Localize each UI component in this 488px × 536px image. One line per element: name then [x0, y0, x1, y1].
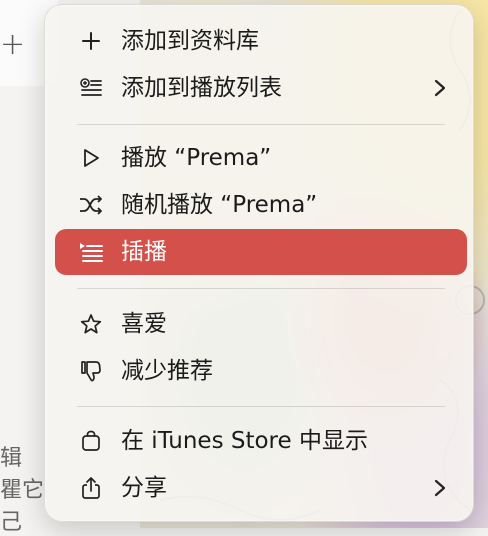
menu-item-label: 播放 “Prema” — [121, 145, 272, 171]
background-text: 瞿它 — [0, 478, 44, 503]
menu-item-label: 添加到资料库 — [121, 28, 259, 54]
star-icon — [79, 312, 103, 336]
background-add-button[interactable]: + — [0, 30, 30, 60]
menu-item-suggest-less[interactable]: 减少推荐 — [55, 348, 467, 394]
menu-item-shuffle[interactable]: 随机播放 “Prema” — [55, 182, 467, 228]
menu-item-add-to-playlist[interactable]: 添加到播放列表 — [55, 65, 467, 111]
menu-item-show-in-itunes-store[interactable]: 在 iTunes Store 中显示 — [55, 418, 467, 464]
add-to-playlist-icon — [79, 76, 103, 100]
menu-item-label: 在 iTunes Store 中显示 — [121, 428, 368, 454]
shopping-bag-icon — [79, 429, 103, 453]
context-menu: 添加到资料库 添加到播放列表 播放 “Prema” 随机播放 “Prema” 插… — [44, 4, 474, 522]
play-next-icon — [79, 240, 103, 264]
menu-item-play[interactable]: 播放 “Prema” — [55, 135, 467, 181]
thumbs-down-icon — [79, 359, 103, 383]
menu-item-share[interactable]: 分享 — [55, 465, 467, 511]
menu-item-label: 随机播放 “Prema” — [121, 192, 318, 218]
menu-item-label: 添加到播放列表 — [121, 75, 282, 101]
chevron-right-icon — [433, 78, 447, 98]
chevron-right-icon — [433, 478, 447, 498]
share-icon — [79, 476, 103, 500]
menu-item-add-to-library[interactable]: 添加到资料库 — [55, 18, 467, 64]
plus-icon — [79, 29, 103, 53]
menu-item-label: 插播 — [121, 239, 167, 265]
menu-separator — [77, 288, 445, 289]
menu-item-label: 减少推荐 — [121, 358, 213, 384]
background-text: 己 — [0, 510, 23, 535]
shuffle-icon — [79, 193, 103, 217]
menu-separator — [77, 124, 445, 125]
menu-item-play-next[interactable]: 插播 — [55, 229, 467, 275]
menu-separator — [77, 406, 445, 407]
menu-item-label: 分享 — [121, 475, 167, 501]
play-icon — [79, 146, 103, 170]
background-text: 辑 — [0, 446, 23, 471]
menu-item-label: 喜爱 — [121, 311, 167, 337]
menu-item-favorite[interactable]: 喜爱 — [55, 301, 467, 347]
